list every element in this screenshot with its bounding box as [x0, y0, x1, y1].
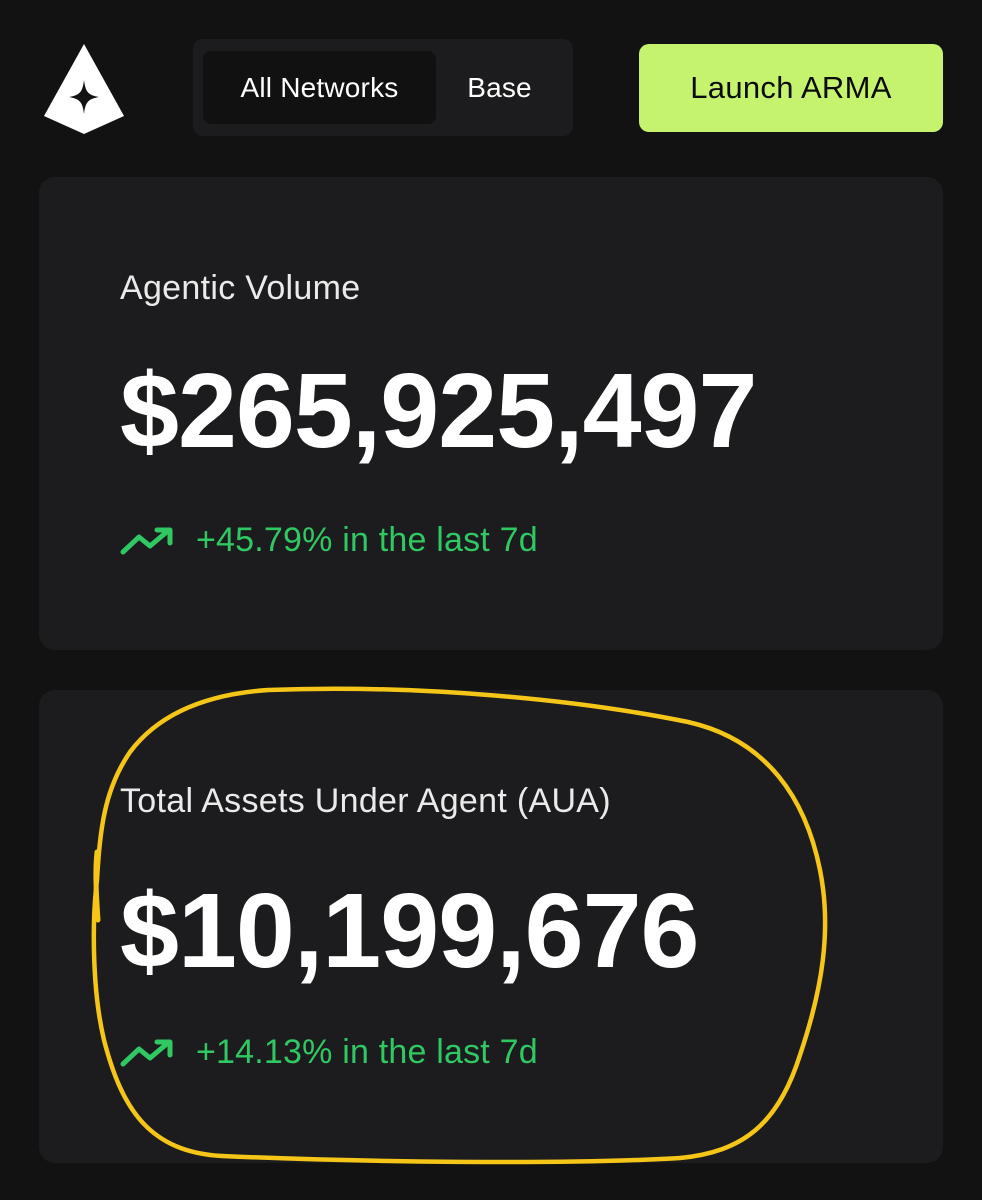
- agentic-volume-value: $265,925,497: [120, 352, 757, 470]
- trending-up-icon: [120, 527, 173, 554]
- agentic-volume-label: Agentic Volume: [120, 269, 361, 307]
- arma-logo-icon[interactable]: [42, 42, 126, 136]
- launch-arma-button[interactable]: Launch ARMA: [639, 44, 943, 132]
- aua-change-text: +14.13% in the last 7d: [196, 1033, 538, 1071]
- network-selector: All Networks Base: [193, 39, 573, 136]
- agentic-volume-change: +45.79% in the last 7d: [120, 521, 538, 560]
- tab-all-networks[interactable]: All Networks: [203, 51, 436, 124]
- aua-card: Total Assets Under Agent (AUA) $10,199,6…: [39, 690, 943, 1163]
- agentic-volume-card: Agentic Volume $265,925,497 +45.79% in t…: [39, 177, 943, 650]
- agentic-volume-change-text: +45.79% in the last 7d: [196, 521, 538, 559]
- tab-base[interactable]: Base: [436, 51, 563, 124]
- aua-label: Total Assets Under Agent (AUA): [120, 782, 611, 820]
- aua-value: $10,199,676: [120, 872, 699, 990]
- aua-change: +14.13% in the last 7d: [120, 1033, 538, 1072]
- trending-up-icon: [120, 1039, 173, 1066]
